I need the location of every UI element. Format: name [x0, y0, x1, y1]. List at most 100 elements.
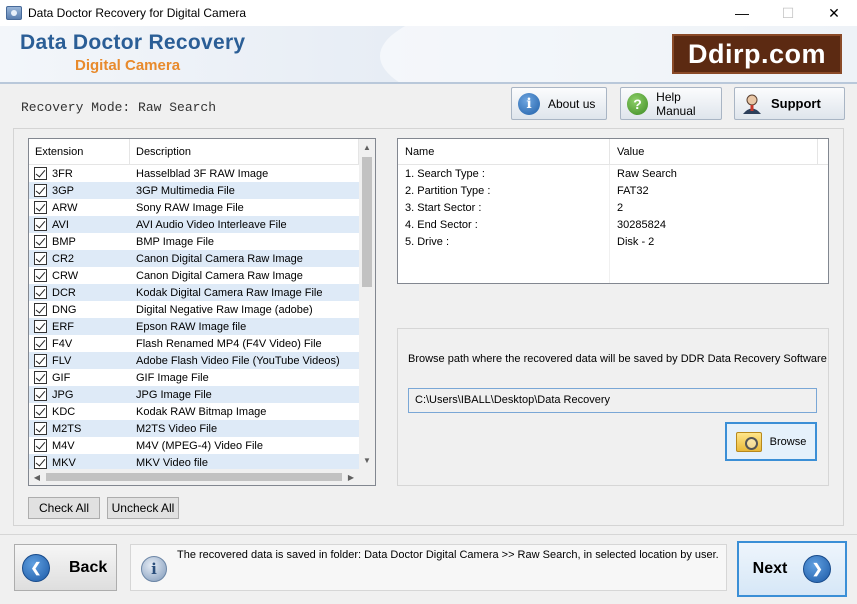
column-header-description[interactable]: Description — [130, 139, 359, 165]
list-item[interactable]: 3FR Hasselblad 3F RAW Image — [29, 165, 359, 182]
extension-description: Canon Digital Camera Raw Image — [136, 269, 303, 282]
column-header-value[interactable]: Value — [610, 139, 818, 164]
extension-description: Flash Renamed MP4 (F4V Video) File — [136, 337, 322, 350]
list-item[interactable]: MKV MKV Video file — [29, 454, 359, 469]
extension-description: AVI Audio Video Interleave File — [136, 218, 287, 231]
extension-name: KDC — [52, 405, 76, 418]
list-item[interactable]: CRW Canon Digital Camera Raw Image — [29, 267, 359, 284]
extension-checkbox[interactable] — [34, 167, 47, 180]
extension-name: AVI — [52, 218, 69, 231]
extension-checkbox[interactable] — [34, 422, 47, 435]
hscroll-thumb[interactable] — [46, 473, 342, 481]
back-button[interactable]: ❮ Back — [14, 544, 117, 591]
table-row[interactable]: 3. Start Sector : 2 — [398, 199, 818, 216]
list-item[interactable]: BMP BMP Image File — [29, 233, 359, 250]
extension-name: GIF — [52, 371, 71, 384]
extension-checkbox[interactable] — [34, 371, 47, 384]
table-row[interactable]: 4. End Sector : 30285824 — [398, 216, 818, 233]
extension-rows: 3FR Hasselblad 3F RAW Image 3GP 3GP Multime… — [29, 165, 359, 469]
scroll-thumb[interactable] — [362, 157, 372, 287]
window-controls: — ☐ ✕ — [719, 0, 857, 26]
column-header-extension[interactable]: Extension — [29, 139, 130, 165]
info-value: Disk - 2 — [617, 235, 655, 248]
extension-checkbox[interactable] — [34, 252, 47, 265]
table-row[interactable]: 5. Drive : Disk - 2 — [398, 233, 818, 250]
list-item[interactable]: ERF Epson RAW Image file — [29, 318, 359, 335]
save-path-field[interactable]: C:\Users\IBALL\Desktop\Data Recovery — [408, 388, 817, 413]
info-value: FAT32 — [617, 184, 649, 197]
extension-checkbox[interactable] — [34, 456, 47, 469]
title-bar: Data Doctor Recovery for Digital Camera … — [0, 0, 857, 26]
extension-name: CRW — [52, 269, 79, 282]
next-button[interactable]: Next ❯ — [737, 541, 847, 597]
info-icon: i — [141, 556, 167, 582]
close-button[interactable]: ✕ — [811, 0, 857, 26]
list-item[interactable]: F4V Flash Renamed MP4 (F4V Video) File — [29, 335, 359, 352]
scan-info-rows: 1. Search Type : Raw Search 2. Partition T… — [398, 165, 818, 283]
help-manual-label: Help Manual — [656, 89, 696, 118]
list-item[interactable]: CR2 Canon Digital Camera Raw Image — [29, 250, 359, 267]
extension-checkbox[interactable] — [34, 388, 47, 401]
extension-checkbox[interactable] — [34, 354, 47, 367]
list-item[interactable]: M2TS M2TS Video File — [29, 420, 359, 437]
minimize-button[interactable]: — — [719, 0, 765, 26]
extension-description: JPG Image File — [136, 388, 212, 401]
horizontal-scrollbar[interactable]: ◀ ▶ — [29, 469, 359, 485]
scroll-up-icon[interactable]: ▲ — [359, 139, 375, 156]
extension-checkbox[interactable] — [34, 320, 47, 333]
extension-name: FLV — [52, 354, 72, 367]
list-item[interactable]: AVI AVI Audio Video Interleave File — [29, 216, 359, 233]
info-name: 5. Drive : — [405, 235, 450, 248]
extension-name: 3FR — [52, 167, 73, 180]
list-item[interactable]: FLV Adobe Flash Video File (YouTube Video… — [29, 352, 359, 369]
extension-description: 3GP Multimedia File — [136, 184, 235, 197]
list-item[interactable]: DNG Digital Negative Raw Image (adobe) — [29, 301, 359, 318]
maximize-button[interactable]: ☐ — [765, 0, 811, 26]
extension-description: Digital Negative Raw Image (adobe) — [136, 303, 313, 316]
extension-checkbox[interactable] — [34, 201, 47, 214]
extension-description: Epson RAW Image file — [136, 320, 247, 333]
scroll-left-icon[interactable]: ◀ — [29, 469, 45, 485]
extension-checkbox[interactable] — [34, 286, 47, 299]
list-item[interactable]: JPG JPG Image File — [29, 386, 359, 403]
scroll-down-icon[interactable]: ▼ — [359, 452, 375, 469]
list-item[interactable]: KDC Kodak RAW Bitmap Image — [29, 403, 359, 420]
extension-description: M2TS Video File — [136, 422, 218, 435]
extension-list[interactable]: Extension Description 3FR Hasselblad 3F R… — [28, 138, 376, 486]
extension-name: M2TS — [52, 422, 82, 435]
list-item[interactable]: 3GP 3GP Multimedia File — [29, 182, 359, 199]
arrow-right-icon: ❯ — [803, 555, 832, 583]
uncheck-all-button[interactable]: Uncheck All — [107, 497, 179, 519]
check-all-button[interactable]: Check All — [28, 497, 100, 519]
extension-description: Canon Digital Camera Raw Image — [136, 252, 303, 265]
extension-checkbox[interactable] — [34, 269, 47, 282]
extension-checkbox[interactable] — [34, 303, 47, 316]
list-item[interactable]: M4V M4V (MPEG-4) Video File — [29, 437, 359, 454]
list-item[interactable]: GIF GIF Image File — [29, 369, 359, 386]
scroll-right-icon[interactable]: ▶ — [343, 469, 359, 485]
support-button[interactable]: Support — [734, 87, 845, 120]
help-manual-button[interactable]: ? Help Manual — [620, 87, 722, 120]
scan-info-list[interactable]: Name Value 1. Search Type : Raw Search 2. … — [397, 138, 829, 284]
extension-list-header: Extension Description — [29, 139, 359, 165]
extension-checkbox[interactable] — [34, 235, 47, 248]
extension-description: Kodak Digital Camera Raw Image File — [136, 286, 323, 299]
extension-checkbox[interactable] — [34, 337, 47, 350]
list-item[interactable]: DCR Kodak Digital Camera Raw Image File — [29, 284, 359, 301]
window-title: Data Doctor Recovery for Digital Camera — [28, 6, 247, 20]
extension-checkbox[interactable] — [34, 405, 47, 418]
extension-checkbox[interactable] — [34, 184, 47, 197]
extension-checkbox[interactable] — [34, 439, 47, 452]
extension-checkbox[interactable] — [34, 218, 47, 231]
vertical-scrollbar[interactable]: ▲ ▼ — [359, 139, 375, 469]
about-us-button[interactable]: i About us — [511, 87, 607, 120]
extension-name: 3GP — [52, 184, 75, 197]
table-row[interactable]: 1. Search Type : Raw Search — [398, 165, 818, 182]
browse-button[interactable]: Browse — [725, 422, 817, 461]
column-header-name[interactable]: Name — [398, 139, 610, 164]
footer-divider — [0, 534, 857, 535]
table-row[interactable]: 2. Partition Type : FAT32 — [398, 182, 818, 199]
brand-title: Data Doctor Recovery — [20, 31, 246, 54]
info-name: 3. Start Sector : — [405, 201, 482, 214]
list-item[interactable]: ARW Sony RAW Image File — [29, 199, 359, 216]
